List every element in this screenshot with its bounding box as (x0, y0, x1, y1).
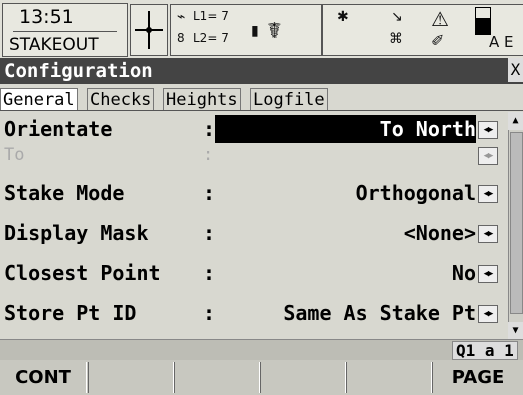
colon: : (203, 261, 216, 285)
display-mask-value[interactable]: <None> (404, 216, 476, 250)
colon: : (203, 117, 216, 141)
softkey-f3[interactable] (174, 362, 260, 393)
softkey-f4[interactable] (260, 362, 346, 393)
title-bar: Configuration X (0, 58, 523, 84)
closest-point-row[interactable]: Closest Point : No ◀▶ (0, 256, 508, 290)
battery-icon: ▮ (251, 23, 259, 39)
scroll-thumb[interactable] (510, 132, 523, 314)
scroll-down-icon[interactable]: ▼ (508, 322, 523, 340)
colon: : (203, 181, 216, 205)
crosshair-icon (130, 4, 168, 56)
person-icon: ☤ (267, 19, 282, 44)
orientate-row[interactable]: Orientate : To North ◀▶ (0, 112, 508, 146)
closest-point-value[interactable]: No (452, 256, 476, 290)
divider (13, 31, 117, 32)
softkey-f5[interactable] (346, 362, 432, 393)
store-pt-id-row[interactable]: Store Pt ID : Same As Stake Pt ◀▶ (0, 296, 508, 330)
radio-icon: ↘ (391, 9, 403, 25)
tab-logfile[interactable]: Logfile (250, 88, 328, 111)
stake-mode-value[interactable]: Orthogonal (356, 176, 476, 210)
status-indicator: Q1 a 1 (452, 341, 518, 360)
colon: : (203, 145, 214, 165)
time-program-box: 13:51 STAKEOUT (2, 3, 128, 57)
choice-arrows-icon[interactable]: ◀▶ (478, 121, 498, 139)
tab-checks[interactable]: Checks (87, 88, 155, 111)
alert-icon: ⚠ (431, 7, 449, 31)
field-label: Closest Point (4, 261, 161, 285)
field-label: Display Mask (4, 221, 149, 245)
colon: : (203, 221, 216, 245)
choice-arrows-icon[interactable]: ◀▶ (478, 305, 498, 323)
memory-icon: ⌘ (389, 31, 403, 47)
field-label: Orientate (4, 117, 113, 141)
field-label: To (4, 145, 25, 165)
trailing-status: A E (489, 33, 514, 51)
display-mask-row[interactable]: Display Mask : <None> ◀▶ (0, 216, 508, 250)
stylus-icon: ✐ (431, 31, 445, 50)
tab-bar: General Checks Heights Logfile (0, 86, 523, 111)
tab-heights[interactable]: Heights (163, 88, 241, 111)
field-label: Stake Mode (4, 181, 125, 205)
device-status: ✱ ↘ ⌘ ⚠ ✐ A E (322, 4, 523, 56)
close-button[interactable]: X (508, 58, 523, 82)
choice-arrows-icon[interactable]: ◀▶ (478, 225, 498, 243)
bluetooth-icon: ✱ (337, 9, 349, 25)
colon: : (203, 301, 216, 325)
divider (0, 110, 523, 111)
cont-button[interactable]: CONT (0, 362, 87, 393)
choice-arrows-icon: ◀▶ (478, 147, 498, 165)
page-title: Configuration (4, 60, 153, 82)
store-pt-id-value[interactable]: Same As Stake Pt (283, 296, 476, 330)
choice-arrows-icon[interactable]: ◀▶ (478, 185, 498, 203)
l2-count: L2= 7 (193, 31, 229, 45)
stake-mode-row[interactable]: Stake Mode : Orthogonal ◀▶ (0, 176, 508, 210)
field-label: Store Pt ID (4, 301, 137, 325)
program-name: STAKEOUT (9, 35, 99, 55)
orientate-value[interactable]: To North (380, 112, 476, 146)
page-button[interactable]: PAGE (432, 362, 523, 393)
battery-level-icon (475, 7, 491, 35)
clock: 13:51 (19, 6, 74, 28)
status-bar: 13:51 STAKEOUT ⌁ L1= 7 8 L2= 7 ▮ ☤ ✱ ↘ ⌘… (0, 0, 523, 58)
info-bar (0, 339, 523, 360)
softkey-f2[interactable] (88, 362, 174, 393)
tab-general[interactable]: General (0, 88, 78, 111)
sat-count: 8 (177, 31, 185, 45)
to-row: To : ◀▶ (0, 142, 508, 168)
gps-status: ⌁ L1= 7 8 L2= 7 ▮ ☤ (170, 4, 322, 56)
scroll-up-icon[interactable]: ▲ (508, 112, 523, 130)
choice-arrows-icon[interactable]: ◀▶ (478, 265, 498, 283)
l1-count: L1= 7 (193, 9, 229, 23)
satellite-icon: ⌁ (177, 9, 186, 25)
